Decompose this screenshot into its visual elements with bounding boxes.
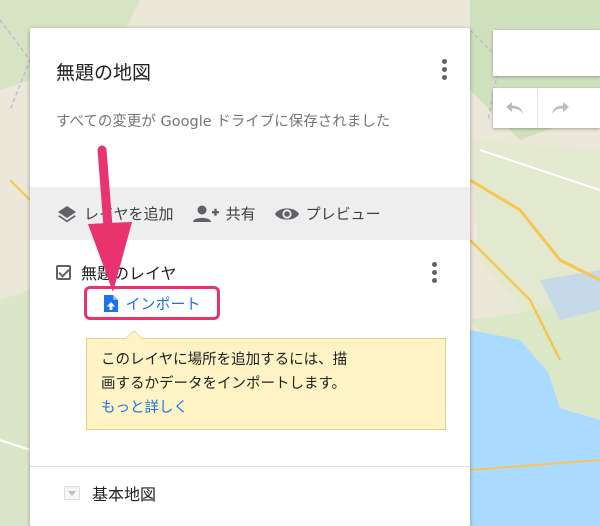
import-label: インポート xyxy=(125,294,201,313)
layer-name[interactable]: 無題のレイヤ xyxy=(81,260,177,284)
person-add-icon xyxy=(192,205,219,222)
undo-redo-controls xyxy=(493,88,600,128)
eye-icon xyxy=(274,207,299,220)
tooltip-text-line2: 画するかデータをインポートします。 xyxy=(101,376,347,392)
preview-label: プレビュー xyxy=(305,205,381,223)
layers-icon xyxy=(58,205,76,222)
layer-visibility-checkbox[interactable] xyxy=(56,264,71,280)
redo-button[interactable] xyxy=(537,88,582,128)
import-tooltip: このレイヤに場所を追加するには、描 画するかデータをインポートします。 もっと詳… xyxy=(86,330,446,430)
undo-icon xyxy=(506,102,523,114)
triangle-down-icon xyxy=(64,486,80,500)
map-search-box[interactable] xyxy=(493,30,600,76)
more-vert-icon[interactable] xyxy=(422,257,446,287)
tooltip-text-line1: このレイヤに場所を追加するには、描 xyxy=(101,352,348,368)
layer-item: 無題のレイヤ xyxy=(56,260,177,284)
base-map-label: 基本地図 xyxy=(92,485,157,504)
add-layer-button[interactable]: レイヤを追加 xyxy=(56,203,174,224)
map-editor-panel: 無題の地図 すべての変更が Google ドライブに保存されました レイヤを追加… xyxy=(30,28,470,526)
map-title[interactable]: 無題の地図 xyxy=(56,58,151,85)
base-map-section[interactable]: 基本地図 xyxy=(64,481,156,505)
share-button[interactable]: 共有 xyxy=(192,203,256,224)
redo-icon xyxy=(552,102,569,114)
file-upload-icon xyxy=(104,294,119,312)
more-vert-icon[interactable] xyxy=(432,54,456,84)
add-layer-label: レイヤを追加 xyxy=(84,205,174,223)
preview-button[interactable]: プレビュー xyxy=(274,203,381,224)
undo-button[interactable] xyxy=(493,88,537,128)
learn-more-link[interactable]: もっと詳しく xyxy=(101,396,433,420)
share-label: 共有 xyxy=(225,205,256,223)
import-button[interactable]: インポート xyxy=(84,286,220,320)
panel-toolbar: レイヤを追加 共有 プレビュー xyxy=(30,187,470,240)
save-status: すべての変更が Google ドライブに保存されました xyxy=(56,114,391,130)
section-divider xyxy=(30,466,470,467)
